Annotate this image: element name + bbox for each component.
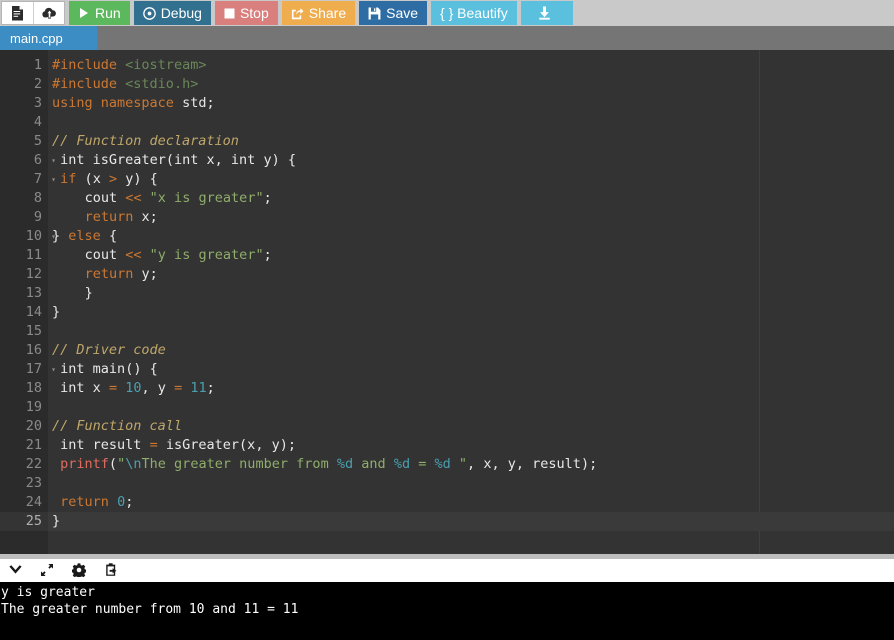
code-line[interactable]: cout << "y is greater"; [48,246,894,265]
download-button[interactable] [520,1,573,25]
code-line[interactable]: // Driver code [48,341,894,360]
line-number[interactable]: 8 [0,189,48,208]
code-line[interactable]: // Function call [48,417,894,436]
line-number[interactable]: 12 [0,265,48,284]
gear-icon[interactable] [70,561,88,579]
code-line[interactable]: } [48,284,894,303]
line-number[interactable]: 20 [0,417,48,436]
line-number-gutter: 1 2 3 4 5 6 ▾ 7 ▾ 8 9 10 ▾ 11 12 13 14 15 16 17 ▾ 18 19 20 21 22 2… [0,50,56,554]
expand-arrows-icon-svg [41,564,53,576]
share-button[interactable]: Share [281,1,356,25]
line-number[interactable]: 19 [0,398,48,417]
code-line[interactable]: } else { [48,227,894,246]
beautify-button[interactable]: { } Beautify [431,1,517,25]
line-number[interactable]: 16 [0,341,48,360]
line-number[interactable]: 9 [0,208,48,227]
tab-main-cpp-label: main.cpp [10,30,63,46]
console-line: The greater number from 10 and 11 = 11 [1,601,299,617]
download-icon [539,6,550,20]
line-number[interactable]: 10 ▾ [0,227,56,246]
code-line[interactable]: } [48,303,894,322]
line-number[interactable]: 18 [0,379,48,398]
gear-icon-svg [72,563,86,577]
code-line[interactable]: return y; [48,265,894,284]
run-button[interactable]: Run [69,1,130,25]
code-line[interactable]: int isGreater(int x, int y) { [48,151,894,170]
code-line[interactable]: printf("\nThe greater number from %d and… [48,455,894,474]
stop-button[interactable]: Stop [214,1,278,25]
new-file-icon[interactable] [2,2,33,24]
code-line[interactable] [48,474,894,493]
upload-cloud-icon-svg [41,7,56,19]
code-content[interactable]: #include <iostream> #include <stdio.h> usi… [48,50,894,554]
line-number[interactable]: 22 [0,455,48,474]
run-button-label: Run [95,5,121,21]
line-number[interactable]: 15 [0,322,48,341]
tab-main-cpp[interactable]: main.cpp [0,26,97,50]
code-line[interactable]: int result = isGreater(x, y); [48,436,894,455]
debug-button-label: Debug [160,5,202,21]
code-line[interactable]: // Function declaration [48,132,894,151]
code-line[interactable] [48,398,894,417]
code-line[interactable]: return x; [48,208,894,227]
line-number[interactable]: 1 [0,56,48,75]
chevron-down-icon-svg [8,565,22,574]
expand-arrows-icon[interactable] [38,561,56,579]
code-line[interactable]: #include <iostream> [48,56,894,75]
code-line[interactable]: return 0; [48,493,894,512]
debug-button[interactable]: Debug [133,1,211,25]
paste-icon-svg [106,563,117,576]
line-number[interactable]: 23 [0,474,48,493]
code-line[interactable] [48,113,894,132]
code-line[interactable]: #include <stdio.h> [48,75,894,94]
code-line[interactable]: } [48,512,894,531]
line-number[interactable]: 2 [0,75,48,94]
console-toolbar [0,557,894,582]
debug-icon [142,6,156,20]
share-button-label: Share [308,5,347,21]
line-number[interactable]: 7 ▾ [0,170,56,189]
line-number[interactable]: 14 [0,303,48,322]
line-number[interactable]: 3 [0,94,48,113]
file-icon-group [1,1,65,25]
code-line[interactable] [48,322,894,341]
ide-window: Run Debug Stop Share Save {} Beautify m… [0,0,894,640]
share-icon [291,7,304,19]
code-lines: #include <iostream> #include <stdio.h> usi… [48,56,894,531]
editor-tabbar: main.cpp [0,26,894,50]
main-toolbar: Run Debug Stop Share Save {} Beautify [0,0,894,26]
play-icon [80,8,88,18]
paste-icon[interactable] [102,561,120,579]
line-number[interactable]: 17 ▾ [0,360,56,379]
code-line[interactable]: int main() { [48,360,894,379]
console-line: y is greater [1,584,95,600]
line-number[interactable]: 11 [0,246,48,265]
beautify-button-label: { } Beautify [440,5,508,21]
code-line[interactable]: if (x > y) { [48,170,894,189]
save-button[interactable]: Save [359,1,428,25]
stop-icon [224,8,235,18]
stop-button-label: Stop [239,5,269,21]
line-number[interactable]: 25 [0,512,48,531]
code-line[interactable]: int x = 10, y = 11; [48,379,894,398]
floppy-icon [368,7,381,19]
line-number[interactable]: 4 [0,113,48,132]
line-number[interactable]: 24 [0,493,48,512]
upload-icon[interactable] [33,2,64,24]
line-number[interactable]: 21 [0,436,48,455]
new-file-icon-svg [12,5,23,20]
code-line[interactable]: using namespace std; [48,94,894,113]
chevron-down-icon[interactable] [6,561,24,579]
line-number[interactable]: 5 [0,132,48,151]
code-editor[interactable]: 1 2 3 4 5 6 ▾ 7 ▾ 8 9 10 ▾ 11 12 13 14 15 16 17 ▾ 18 19 20 21 22 2… [0,50,894,554]
line-number[interactable]: 6 ▾ [0,151,56,170]
code-line[interactable]: cout << "x is greater"; [48,189,894,208]
save-button-label: Save [386,5,419,21]
console-output[interactable]: y is greater The greater number from 10 a… [0,581,894,640]
line-number[interactable]: 13 [0,284,48,303]
